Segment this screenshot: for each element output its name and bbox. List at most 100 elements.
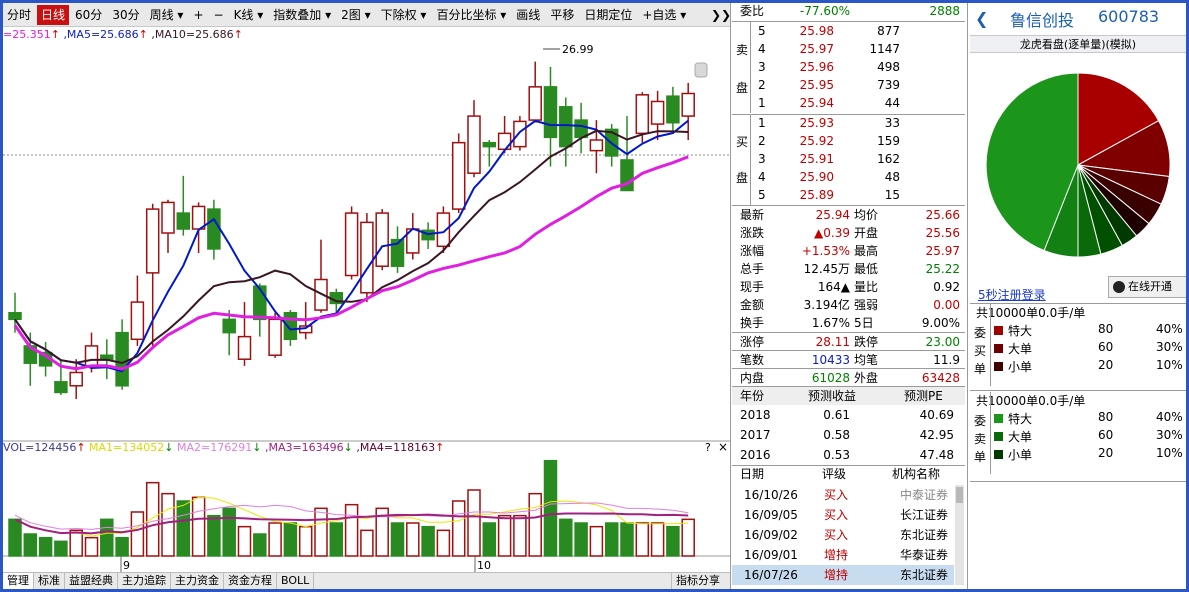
forecast-eps: 0.53 — [823, 448, 850, 462]
sell-volume: 739 — [877, 78, 900, 92]
toolbar-item-1[interactable]: 日线 — [37, 4, 70, 25]
stat-label: 开盘 — [854, 226, 879, 240]
arrow-up-icon: ↑ — [435, 441, 445, 454]
more-icon[interactable]: ❯❯ — [711, 5, 731, 25]
candle — [176, 175, 191, 236]
toolbar-item-13[interactable]: 平移 — [546, 5, 578, 25]
stat-label: 涨幅 — [740, 244, 765, 258]
candle — [574, 102, 588, 154]
avg-trade-value: 11.9 — [933, 353, 960, 367]
app-window: 分时 日线 60分 30分 周线 ▾ + − K线 ▾ 指数叠加 ▾ 2图 ▾ 下除权 ▾ 百分比坐标… — [3, 3, 1186, 589]
candle — [115, 319, 129, 390]
toolbar-item-15[interactable]: +自选 ▾ — [638, 5, 690, 25]
rating-row[interactable]: 16/09/02 买入 东北证券 — [732, 526, 965, 544]
stat-value: 25.66 — [925, 208, 960, 222]
indicator-tab-6[interactable]: BOLL — [277, 573, 315, 589]
forecast-year: 2017 — [740, 428, 771, 442]
indicator-share-button[interactable]: 指标分享 — [671, 573, 730, 589]
forecast-col: 预测PE — [904, 389, 943, 403]
sell-order-block: 共10000单0.0手/单委卖单 特大 80 40% 大单 60 30% 小单 20 10% — [970, 392, 1186, 476]
divider — [990, 304, 991, 386]
volume-bar — [574, 522, 588, 557]
forecast-year: 2016 — [740, 448, 771, 462]
toolbar-item-4[interactable]: 周线 ▾ — [146, 5, 188, 25]
toolbar-item-7[interactable]: K线 ▾ — [230, 5, 268, 25]
scroll-handle[interactable] — [694, 62, 708, 78]
volume-bar — [421, 525, 435, 557]
limit-up-label: 涨停 — [740, 335, 765, 349]
rating-col: 机构名称 — [892, 467, 941, 481]
rating-institution: 中泰证券 — [900, 488, 949, 502]
indicator-tab-5[interactable]: 资金方程 — [224, 573, 277, 589]
stat-label: 最新 — [740, 208, 765, 222]
back-icon[interactable]: ❮ — [975, 9, 988, 28]
help-icon[interactable]: ? — [705, 441, 711, 454]
quote-row: 2018 0.61 40.69 — [732, 406, 965, 424]
quote-row: 5 25.89 15 — [732, 186, 965, 204]
volume-bar — [635, 522, 650, 557]
stat-value: 25.56 — [925, 226, 960, 240]
quote-row: 1 25.94 44 — [732, 94, 965, 112]
quote-row: 委比 -77.60% 2888 — [732, 3, 965, 20]
vol-ma3-value: ,MA3=163496 — [264, 441, 344, 454]
indicator-tab-2[interactable]: 益盟经典 — [65, 573, 118, 589]
volume-bar — [329, 522, 344, 557]
toolbar-item-14[interactable]: 日期定位 — [580, 5, 636, 25]
vol-ma2-value: MA2=176291 — [177, 441, 253, 454]
close-icon[interactable]: × — [718, 440, 728, 454]
candle — [360, 213, 374, 303]
rating-row[interactable]: 16/10/26 买入 中泰证券 — [732, 486, 965, 504]
volume-bar — [666, 525, 680, 557]
volume-bar — [451, 500, 466, 557]
weibi-pct: -77.60% — [799, 4, 850, 18]
buy-volume: 15 — [884, 188, 900, 202]
indicator-tab-0[interactable]: 管理 — [3, 573, 34, 589]
candlestick-chart[interactable]: 26.99 9 10 — [3, 27, 730, 572]
toolbar-item-6[interactable]: − — [210, 5, 228, 25]
volume-bar — [681, 518, 695, 557]
sell-volume: 877 — [877, 24, 900, 38]
volume-bar — [620, 522, 634, 557]
indicator-tab-1[interactable]: 标准 — [34, 573, 65, 589]
scrollbar-thumb[interactable] — [956, 487, 963, 503]
quote-row: 最新 25.94 均价 25.66 — [732, 206, 965, 224]
toolbar-item-5[interactable]: + — [189, 5, 207, 25]
divider — [990, 392, 991, 474]
candle — [497, 116, 512, 154]
register-link[interactable]: 5秒注册登录 — [978, 286, 1046, 303]
forecast-pe: 40.69 — [919, 408, 954, 422]
quote-row: 总手 12.45万 最低 25.22 — [732, 260, 965, 278]
divider — [970, 390, 1186, 391]
indicator-tab-4[interactable]: 主力资金 — [171, 573, 224, 589]
toolbar-item-11[interactable]: 百分比坐标 ▾ — [432, 5, 510, 25]
toolbar-item-3[interactable]: 30分 — [108, 5, 143, 25]
volume-bar — [360, 529, 374, 557]
volume-bar — [130, 511, 145, 557]
toolbar-item-8[interactable]: 指数叠加 ▾ — [269, 5, 335, 25]
order-count: 20 — [1098, 358, 1114, 372]
block-side-label: 卖 — [974, 432, 987, 446]
toolbar-item-0[interactable]: 分时 — [3, 5, 35, 25]
block-side-label: 单 — [974, 362, 987, 376]
quote-row: 3 25.96 498 — [732, 58, 965, 76]
toolbar-item-9[interactable]: 2图 ▾ — [337, 5, 374, 25]
quote-row: 3 25.91 162 — [732, 150, 965, 168]
stock-code: 600783 — [1098, 7, 1160, 26]
quote-row: 年份 预测收益 预测PE — [732, 387, 965, 405]
indicator-tab-3[interactable]: 主力追踪 — [118, 573, 171, 589]
rating-row[interactable]: 16/07/26 增持 东北证券 — [732, 566, 965, 584]
arrow-down-icon: ↓ — [252, 441, 262, 454]
order-pct: 10% — [1156, 446, 1183, 460]
volume-bar — [513, 514, 527, 557]
trade-count-label: 笔数 — [740, 353, 765, 367]
rating-row[interactable]: 16/09/01 增持 华泰证券 — [732, 546, 965, 564]
online-open-button[interactable]: 在线开通 — [1108, 276, 1186, 298]
rating-row[interactable]: 16/09/05 买入 长江证券 — [732, 506, 965, 524]
toolbar-item-12[interactable]: 画线 — [512, 5, 544, 25]
toolbar-item-10[interactable]: 下除权 ▾ — [377, 5, 431, 25]
limit-down-value: 23.00 — [925, 335, 960, 349]
toolbar-item-2[interactable]: 60分 — [71, 5, 106, 25]
quote-row: 涨幅 +1.53% 最高 25.97 — [732, 242, 965, 260]
weibi-value: 2888 — [929, 4, 960, 18]
quote-row: 涨停 28.11 跌停 23.00 — [732, 333, 965, 351]
